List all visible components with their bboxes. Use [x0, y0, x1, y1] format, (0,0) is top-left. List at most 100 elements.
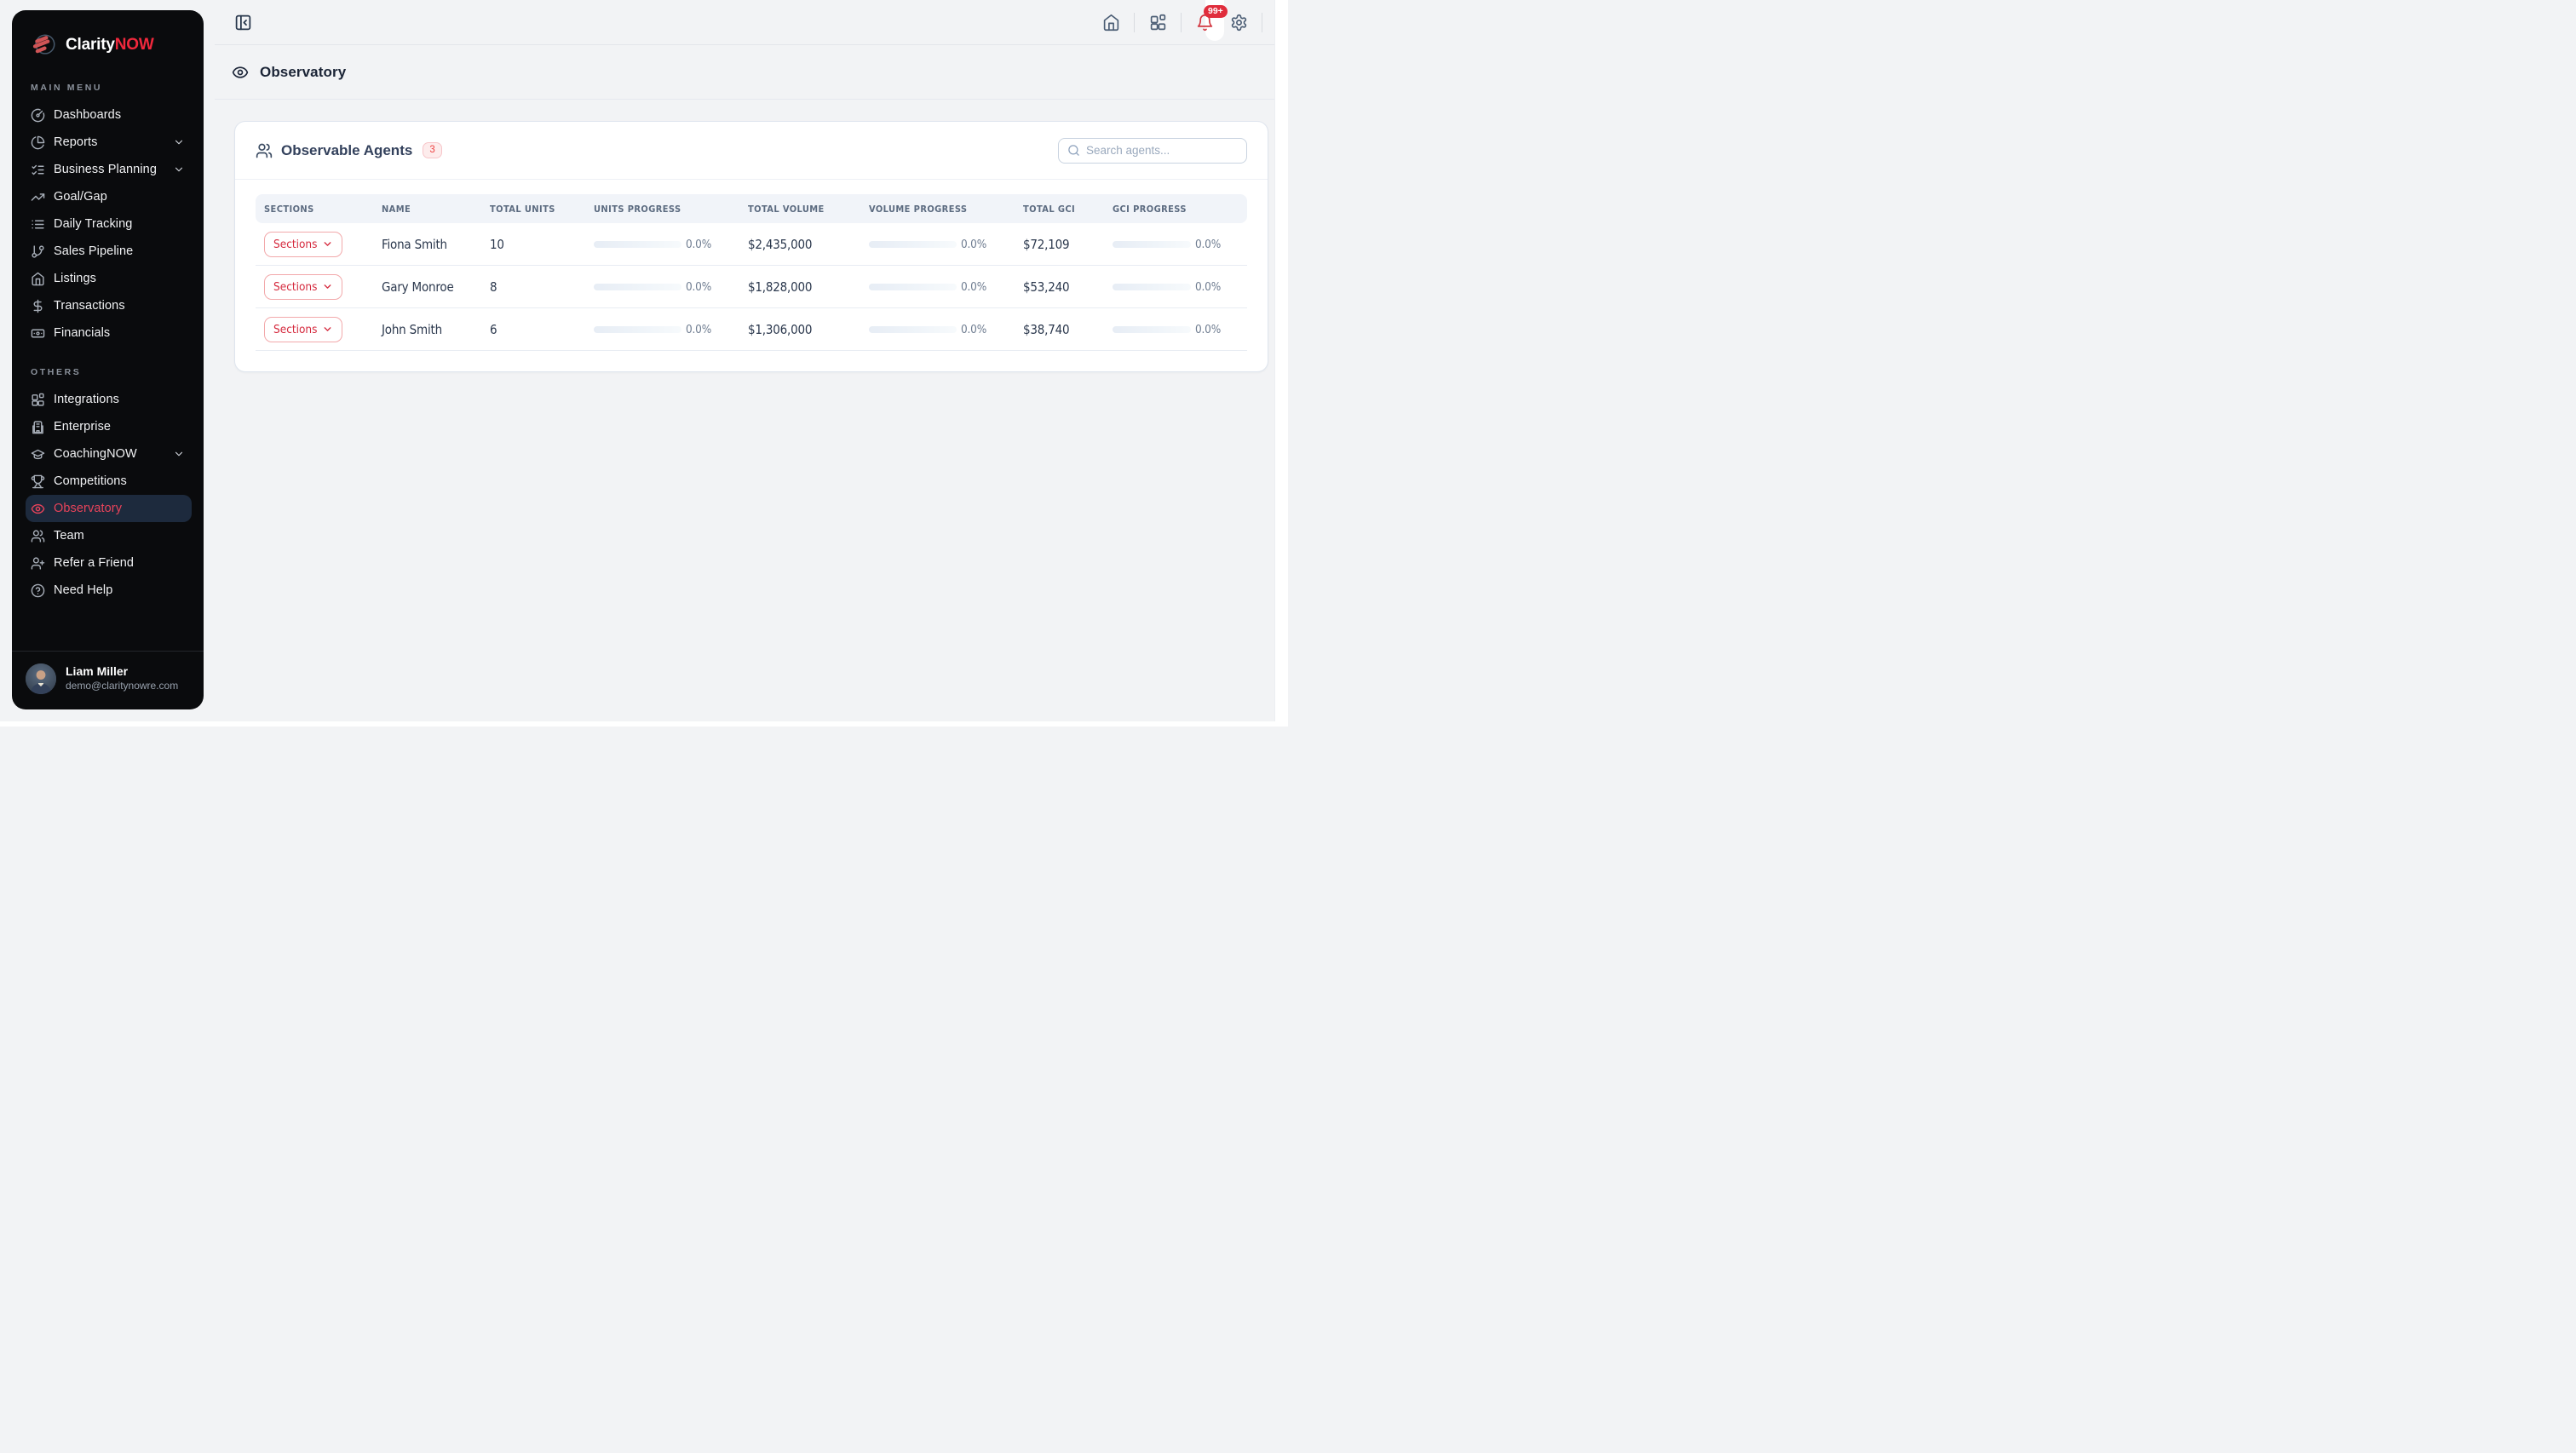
- sidebar-item-sales-pipeline[interactable]: Sales Pipeline: [26, 238, 192, 265]
- table-header-row: SECTIONS NAME TOTAL UNITS UNITS PROGRESS…: [256, 194, 1247, 223]
- dollar-sign-icon: [31, 299, 45, 313]
- units-progress-value: 0.0%: [686, 323, 711, 336]
- blocks-icon: [31, 393, 45, 407]
- sidebar-item-label: Integrations: [54, 393, 119, 406]
- settings-gear-button[interactable]: [1228, 11, 1250, 33]
- brand-name: ClarityNOW: [66, 36, 154, 55]
- card-header: Observable Agents 3: [235, 122, 1268, 180]
- home-button[interactable]: [1100, 11, 1122, 33]
- agents-table: SECTIONS NAME TOTAL UNITS UNITS PROGRESS…: [235, 180, 1268, 351]
- column-header: TOTAL GCI: [1015, 204, 1104, 215]
- sidebar-item-label: Listings: [54, 272, 96, 285]
- main-menu-label: MAIN MENU: [31, 83, 192, 93]
- sections-dropdown-button[interactable]: Sections: [264, 274, 342, 300]
- sections-dropdown-button[interactable]: Sections: [264, 232, 342, 257]
- sidebar-item-label: Observatory: [54, 502, 122, 515]
- total-volume: $2,435,000: [739, 237, 860, 252]
- card-title: Observable Agents: [281, 142, 412, 159]
- avatar: [26, 663, 56, 694]
- list-checks-icon: [31, 163, 45, 177]
- column-header: VOLUME PROGRESS: [860, 204, 1015, 215]
- user-name: Liam Miller: [66, 664, 178, 680]
- sidebar-item-daily-tracking[interactable]: Daily Tracking: [26, 210, 192, 238]
- sidebar-item-listings[interactable]: Listings: [26, 265, 192, 292]
- sidebar-item-label: Need Help: [54, 583, 112, 597]
- claritynow-logo-icon: [29, 31, 58, 60]
- list-icon: [31, 217, 45, 232]
- building-icon: [31, 420, 45, 434]
- chevron-down-icon: [322, 238, 333, 250]
- sidebar: ClarityNOW MAIN MENU Dashboards Reports …: [12, 10, 204, 709]
- total-volume: $1,828,000: [739, 279, 860, 295]
- total-units: 8: [481, 279, 585, 295]
- search-agents-input[interactable]: [1086, 144, 1238, 157]
- table-row: Sections Gary Monroe 8 0.0% $1,828,000 0…: [256, 266, 1247, 308]
- search-box: [1058, 138, 1247, 164]
- sidebar-item-need-help[interactable]: Need Help: [26, 577, 192, 604]
- progress-bar: [1113, 326, 1191, 333]
- user-profile[interactable]: Liam Miller demo@claritynowre.com: [12, 651, 204, 709]
- sidebar-item-label: Enterprise: [54, 420, 111, 434]
- chevron-down-icon: [322, 324, 333, 335]
- table-row: Sections Fiona Smith 10 0.0% $2,435,000 …: [256, 223, 1247, 266]
- user-email: demo@claritynowre.com: [66, 680, 178, 693]
- sidebar-item-goal-gap[interactable]: Goal/Gap: [26, 183, 192, 210]
- scrollbar-gutter[interactable]: [1274, 0, 1288, 726]
- help-circle-icon: [31, 583, 45, 598]
- sections-dropdown-button[interactable]: Sections: [264, 317, 342, 342]
- volume-progress-value: 0.0%: [961, 323, 986, 336]
- users-icon: [31, 529, 45, 543]
- sidebar-item-label: Sales Pipeline: [54, 244, 133, 258]
- sidebar-item-competitions[interactable]: Competitions: [26, 468, 192, 495]
- graduation-cap-icon: [31, 447, 45, 462]
- chevron-down-icon: [173, 136, 185, 148]
- table-row: Sections John Smith 6 0.0% $1,306,000 0.…: [256, 308, 1247, 351]
- gci-progress-value: 0.0%: [1195, 280, 1221, 294]
- sidebar-item-refer-a-friend[interactable]: Refer a Friend: [26, 549, 192, 577]
- brand-logo[interactable]: ClarityNOW: [26, 27, 192, 60]
- sidebar-item-label: Reports: [54, 135, 97, 149]
- sidebar-item-label: Daily Tracking: [54, 217, 132, 231]
- sidebar-item-integrations[interactable]: Integrations: [26, 386, 192, 413]
- progress-bar: [594, 284, 681, 290]
- total-gci: $53,240: [1015, 279, 1104, 295]
- column-header: TOTAL UNITS: [481, 204, 585, 215]
- total-units: 10: [481, 237, 585, 252]
- banknote-icon: [31, 326, 45, 341]
- sidebar-collapse-button[interactable]: [232, 11, 254, 33]
- agent-name: Gary Monroe: [373, 279, 481, 295]
- sidebar-item-financials[interactable]: Financials: [26, 319, 192, 347]
- sidebar-item-business-planning[interactable]: Business Planning: [26, 156, 192, 183]
- main-area: 99+ Observatory Observable Agents 3: [215, 0, 1274, 726]
- sidebar-item-reports[interactable]: Reports: [26, 129, 192, 156]
- sidebar-item-team[interactable]: Team: [26, 522, 192, 549]
- observable-agents-card: Observable Agents 3 SECTIONS NAME TOTAL …: [234, 121, 1268, 372]
- git-branch-icon: [31, 244, 45, 259]
- notifications-bell-button[interactable]: 99+: [1193, 11, 1216, 33]
- topbar: 99+: [215, 0, 1274, 45]
- eye-icon: [232, 64, 249, 81]
- column-header: TOTAL VOLUME: [739, 204, 860, 215]
- pie-chart-icon: [31, 135, 45, 150]
- sidebar-item-transactions[interactable]: Transactions: [26, 292, 192, 319]
- progress-bar: [594, 241, 681, 248]
- others-label: OTHERS: [31, 367, 192, 377]
- progress-bar: [869, 241, 957, 248]
- sidebar-item-dashboards[interactable]: Dashboards: [26, 101, 192, 129]
- progress-bar: [869, 284, 957, 290]
- apps-grid-button[interactable]: [1147, 11, 1169, 33]
- sidebar-item-observatory[interactable]: Observatory: [26, 495, 192, 522]
- sidebar-item-label: Competitions: [54, 474, 127, 488]
- total-gci: $72,109: [1015, 237, 1104, 252]
- trending-up-icon: [31, 190, 45, 204]
- chevron-down-icon: [173, 448, 185, 460]
- notification-count-badge: 99+: [1204, 5, 1228, 18]
- chevron-down-icon: [173, 164, 185, 175]
- page-title: Observatory: [260, 64, 346, 81]
- sidebar-item-label: Goal/Gap: [54, 190, 107, 204]
- sidebar-item-coachingnow[interactable]: CoachingNOW: [26, 440, 192, 468]
- home-icon: [31, 272, 45, 286]
- sidebar-item-enterprise[interactable]: Enterprise: [26, 413, 192, 440]
- progress-bar: [1113, 241, 1191, 248]
- progress-bar: [1113, 284, 1191, 290]
